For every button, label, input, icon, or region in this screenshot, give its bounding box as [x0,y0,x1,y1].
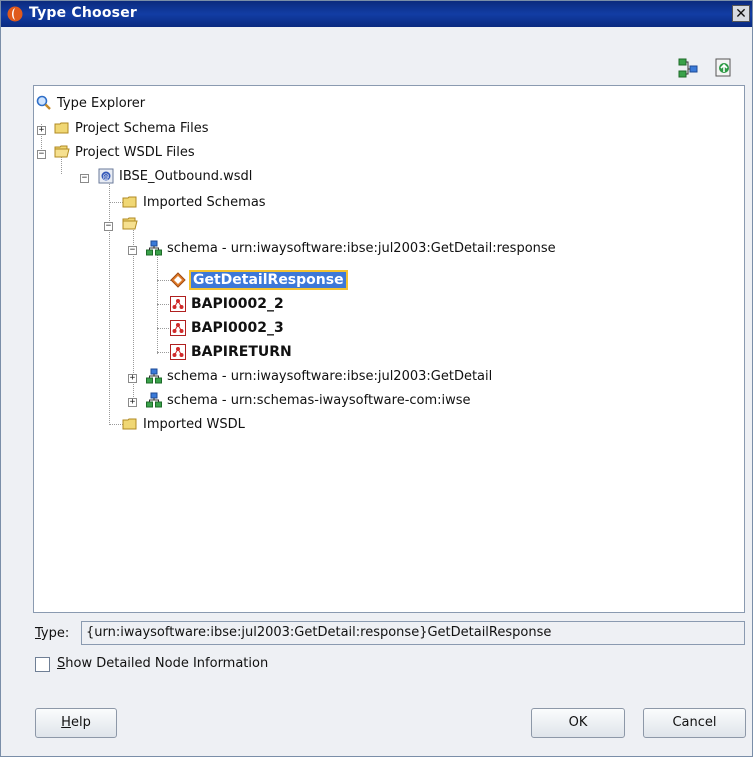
folder-icon [122,196,137,208]
complex-type-icon [170,320,186,336]
tree-label: IBSE_Outbound.wsdl [119,168,253,184]
tree-label: Type Explorer [57,95,146,111]
ok-button[interactable]: OK [531,708,625,738]
tree-item-bapi0002-3[interactable]: BAPI0002_3 [170,317,284,339]
open-folder-icon [122,217,138,230]
hierarchy-icon[interactable] [677,57,699,79]
collapse-toggle[interactable]: − [104,222,113,231]
cancel-button[interactable]: Cancel [643,708,746,738]
tree-label: BAPIRETURN [191,344,292,360]
tree-label: BAPI0002_2 [191,296,284,312]
tree-guide [109,178,110,423]
complex-type-icon [170,296,186,312]
tree-guide [157,250,158,354]
folder-icon [122,418,137,430]
title-bar[interactable]: Type Chooser ✕ [1,1,752,27]
close-button[interactable]: ✕ [732,5,750,22]
expand-toggle[interactable]: + [128,398,137,407]
tree-label: schema - urn:iwaysoftware:ibse:jul2003:G… [167,368,493,384]
schema-icon [146,368,162,384]
import-schema-icon[interactable] [713,57,735,79]
wsdl-file-icon: @ [98,168,114,184]
tree-root-type-explorer[interactable]: Type Explorer [36,92,145,114]
magnifier-icon [36,95,51,110]
collapse-toggle[interactable]: − [80,174,89,183]
oracle-logo-icon [7,6,23,22]
schema-icon [146,392,162,408]
show-detailed-label[interactable]: Show Detailed Node Information [57,656,268,671]
tree-item-schema-iwse[interactable]: schema - urn:schemas-iwaysoftware-com:iw… [146,389,471,411]
collapse-toggle[interactable]: − [128,246,137,255]
tree-label: schema - urn:schemas-iwaysoftware-com:iw… [167,392,471,408]
tree-item-imported-schemas[interactable]: Imported Schemas [122,191,266,213]
tree-item-get-detail-response[interactable]: GetDetailResponse [170,269,348,291]
tree-guide [157,328,171,329]
schema-icon [146,240,162,256]
tree-label: Imported WSDL [143,416,245,432]
expand-toggle[interactable]: + [37,126,46,135]
tree-item-unnamed-folder[interactable] [122,213,138,235]
type-chooser-dialog: Type Chooser ✕ Type Explorer + Project S… [0,0,753,757]
tree-item-bapi0002-2[interactable]: BAPI0002_2 [170,293,284,315]
tree-item-schema-getdetail[interactable]: schema - urn:iwaysoftware:ibse:jul2003:G… [146,365,492,387]
tree-guide [157,304,171,305]
collapse-toggle[interactable]: − [37,150,46,159]
tree-label: schema - urn:iwaysoftware:ibse:jul2003:G… [167,240,556,256]
tree-guide [157,352,171,353]
selected-tree-label: GetDetailResponse [189,270,348,290]
tree-label: Project WSDL Files [75,144,195,160]
tree-item-project-wsdl-files[interactable]: Project WSDL Files [54,141,195,163]
tree-item-imported-wsdl[interactable]: Imported WSDL [122,413,245,435]
tree-label: BAPI0002_3 [191,320,284,336]
tree-guide [109,424,123,425]
show-detailed-checkbox[interactable] [35,657,50,672]
tree-guide [109,202,123,203]
type-field[interactable]: {urn:iwaysoftware:ibse:jul2003:GetDetail… [81,621,745,645]
svg-text:@: @ [103,173,110,181]
complex-type-icon [170,344,186,360]
type-label: Type: [35,626,70,641]
element-icon [170,272,186,288]
expand-toggle[interactable]: + [128,374,137,383]
tree-item-project-schema-files[interactable]: Project Schema Files [54,117,209,139]
help-button[interactable]: Help [35,708,117,738]
tree-item-wsdl-file[interactable]: @ IBSE_Outbound.wsdl [98,165,252,187]
tree-item-bapireturn[interactable]: BAPIRETURN [170,341,292,363]
dialog-title: Type Chooser [29,5,138,21]
tree-label: Imported Schemas [143,194,266,210]
folder-icon [54,122,69,134]
tree-guide [157,280,171,281]
open-folder-icon [54,145,70,158]
tree-item-schema-response[interactable]: schema - urn:iwaysoftware:ibse:jul2003:G… [146,237,556,259]
type-explorer-tree[interactable]: Type Explorer + Project Schema Files − P… [33,85,745,613]
tree-label: Project Schema Files [75,120,209,136]
